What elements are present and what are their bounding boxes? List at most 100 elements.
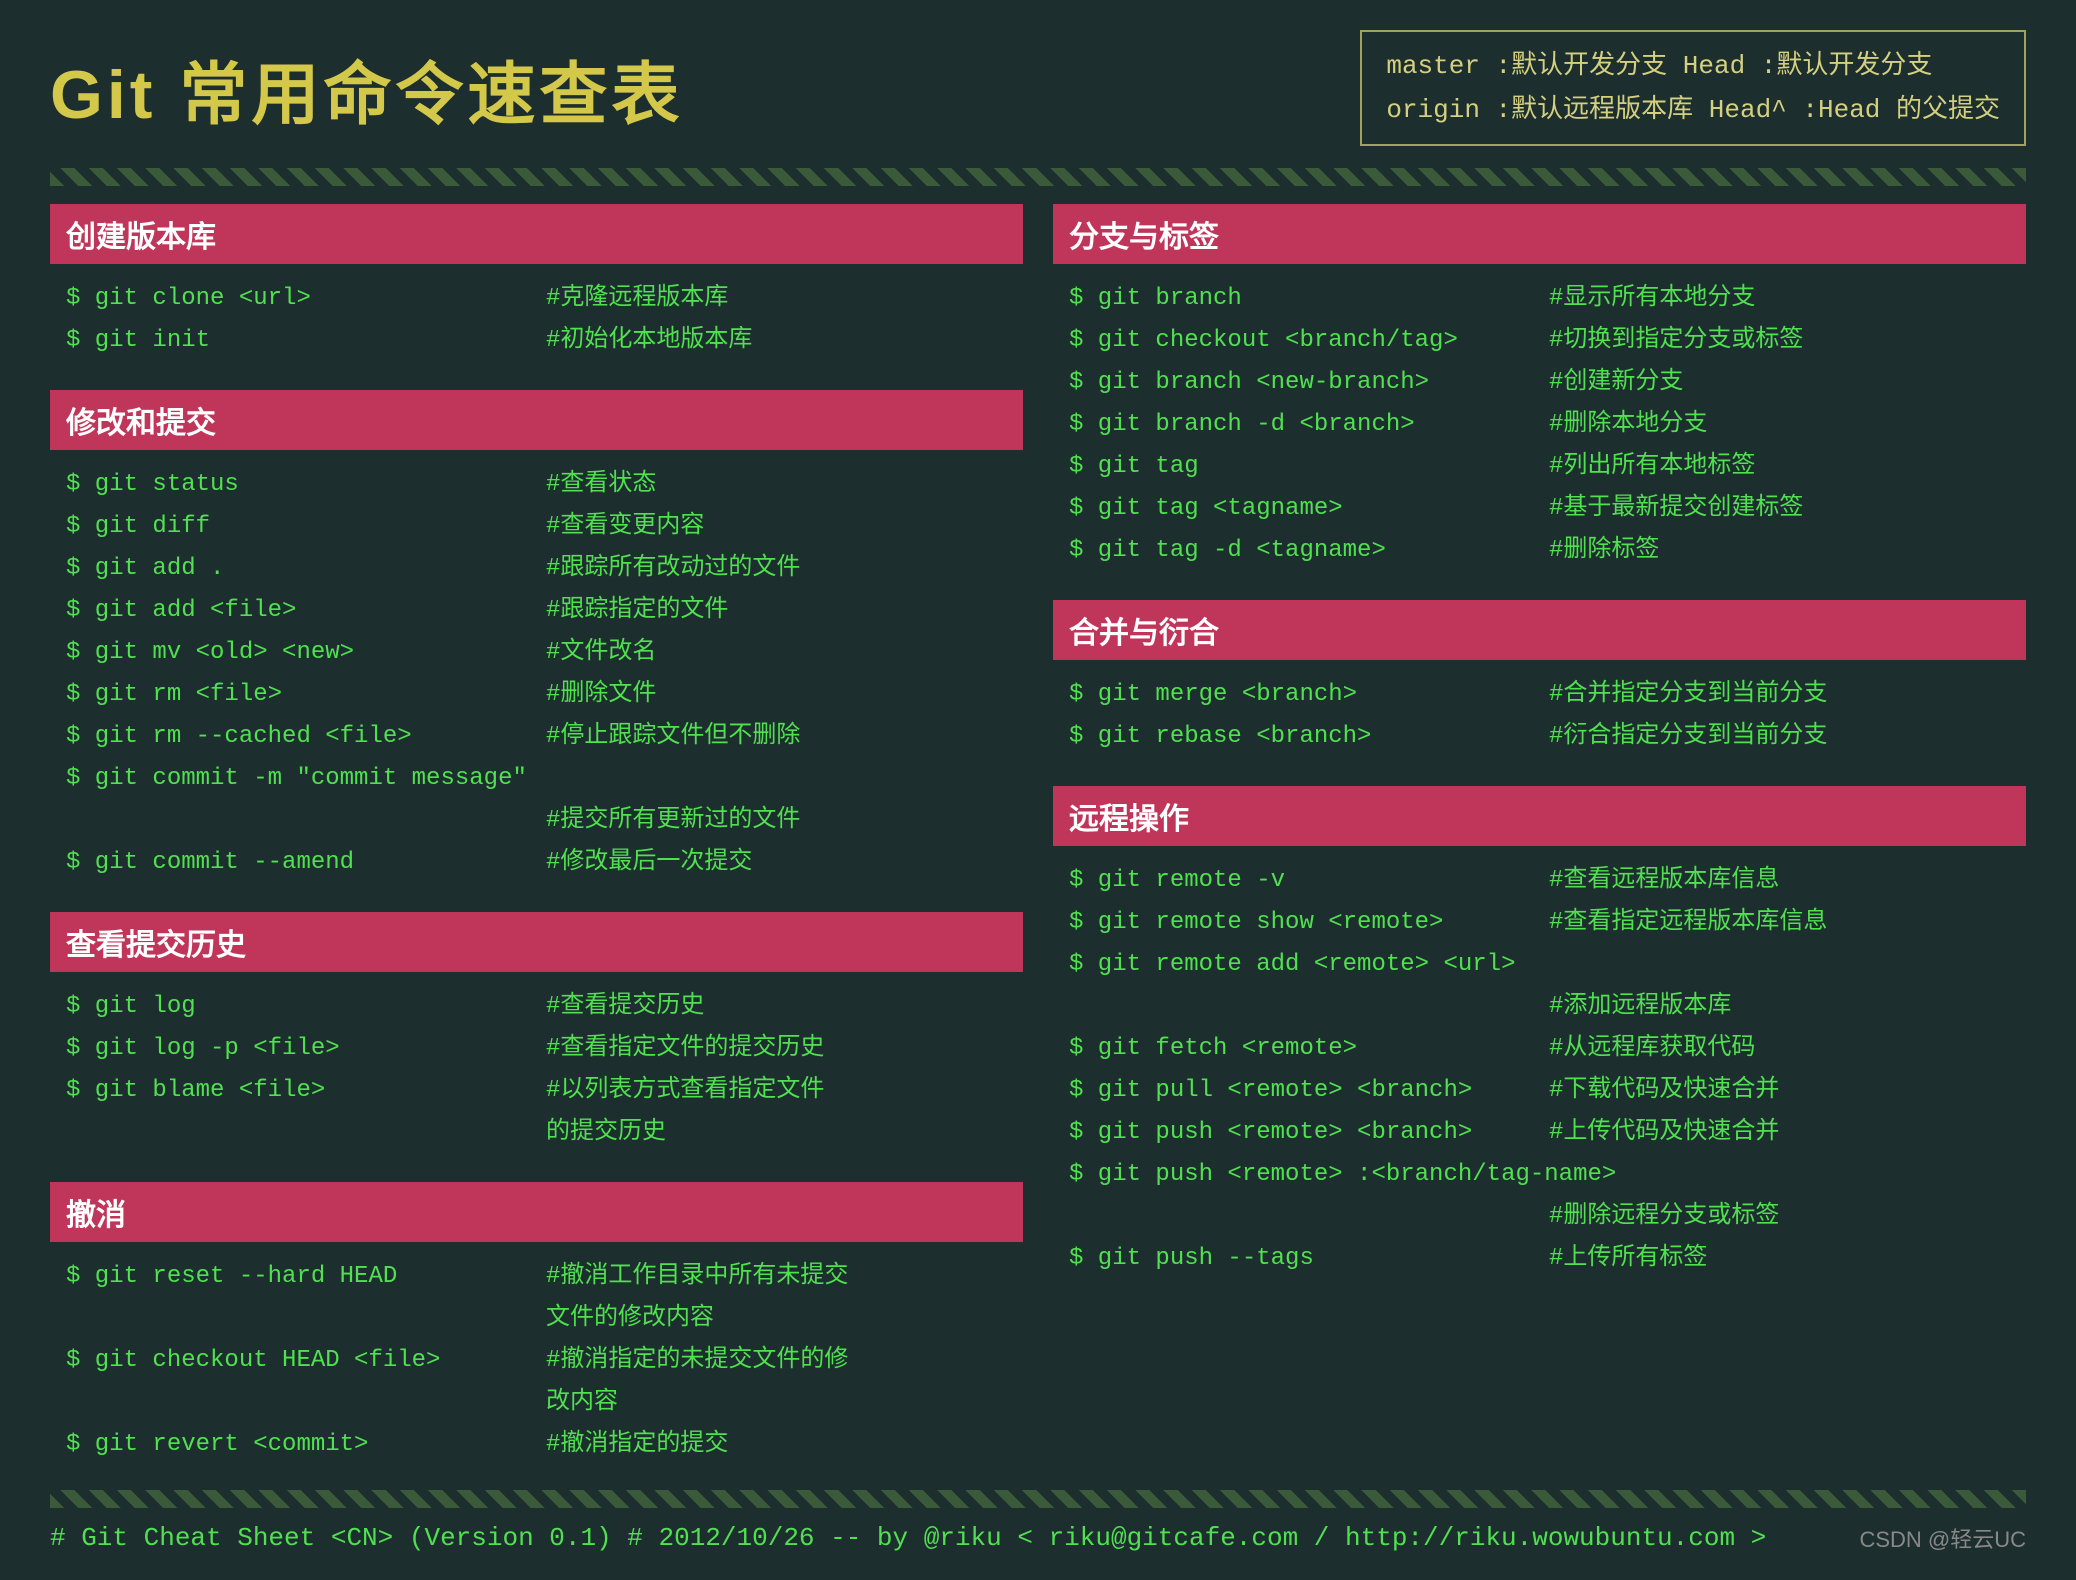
cmd-line: $ git log#查看提交历史 xyxy=(66,986,1007,1028)
footer-right: CSDN @轻云UC xyxy=(1859,1522,2026,1554)
cmd-comment: #创建新分支 xyxy=(1549,362,1683,404)
cmd-text: $ git pull <remote> <branch> xyxy=(1069,1070,1549,1112)
footer: # Git Cheat Sheet <CN> (Version 0.1) # 2… xyxy=(50,1516,2026,1560)
cmd-comment: #修改最后一次提交 xyxy=(546,842,752,884)
section-header-modify-commit: 修改和提交 xyxy=(50,390,1023,450)
cmd-line: $ git init#初始化本地版本库 xyxy=(66,320,1007,362)
cmd-comment: #停止跟踪文件但不删除 xyxy=(546,716,800,758)
cmd-text: $ git checkout <branch/tag> xyxy=(1069,320,1549,362)
cmd-line: $ git commit --amend#修改最后一次提交 xyxy=(66,842,1007,884)
cmd-line: $ git mv <old> <new>#文件改名 xyxy=(66,632,1007,674)
cmd-line: $ git diff#查看变更内容 xyxy=(66,506,1007,548)
cmd-line: 文件的修改内容 xyxy=(66,1298,1007,1340)
section-branch-tag: 分支与标签$ git branch#显示所有本地分支$ git checkout… xyxy=(1053,204,2026,582)
cmd-comment-only: 的提交历史 xyxy=(546,1112,666,1154)
cmd-text: $ git branch <new-branch> xyxy=(1069,362,1549,404)
cmd-comment: #跟踪所有改动过的文件 xyxy=(546,548,800,590)
section-body-remote: $ git remote -v#查看远程版本库信息$ git remote sh… xyxy=(1053,856,2026,1290)
cmd-line: $ git remote add <remote> <url> xyxy=(1069,944,2010,986)
section-header-create-repo: 创建版本库 xyxy=(50,204,1023,264)
section-body-branch-tag: $ git branch#显示所有本地分支$ git checkout <bra… xyxy=(1053,274,2026,582)
cmd-comment: #查看指定远程版本库信息 xyxy=(1549,902,1827,944)
cmd-comment: #查看远程版本库信息 xyxy=(1549,860,1779,902)
cmd-text: $ git mv <old> <new> xyxy=(66,632,546,674)
section-log: 查看提交历史 $ git log#查看提交历史$ git log -p <file… xyxy=(50,912,1023,1164)
cmd-comment: #以列表方式查看指定文件 xyxy=(546,1070,824,1112)
cmd-comment-only: #提交所有更新过的文件 xyxy=(546,800,800,842)
cmd-line: $ git status#查看状态 xyxy=(66,464,1007,506)
cmd-comment: #下载代码及快速合并 xyxy=(1549,1070,1779,1112)
cmd-comment: #查看提交历史 xyxy=(546,986,704,1028)
section-header-remote: 远程操作 xyxy=(1053,786,2026,846)
cmd-text: $ git tag <tagname> xyxy=(1069,488,1549,530)
cmd-line: $ git tag -d <tagname>#删除标签 xyxy=(1069,530,2010,572)
cmd-text: $ git remote add <remote> <url> xyxy=(1069,944,1549,986)
cmd-line: $ git fetch <remote>#从远程库获取代码 xyxy=(1069,1028,2010,1070)
legend-box: master :默认开发分支 Head :默认开发分支 origin :默认远程… xyxy=(1360,30,2026,146)
cmd-text: $ git checkout HEAD <file> xyxy=(66,1340,546,1382)
cmd-comment: #删除标签 xyxy=(1549,530,1659,572)
cmd-text: $ git commit --amend xyxy=(66,842,546,884)
cmd-text: $ git add . xyxy=(66,548,546,590)
section-merge-rebase: 合并与衍合$ git merge <branch>#合并指定分支到当前分支$ g… xyxy=(1053,600,2026,768)
cmd-text: $ git branch -d <branch> xyxy=(1069,404,1549,446)
cmd-line: $ git checkout <branch/tag>#切换到指定分支或标签 xyxy=(1069,320,2010,362)
cmd-comment: #上传所有标签 xyxy=(1549,1238,1707,1280)
cmd-line: $ git merge <branch>#合并指定分支到当前分支 xyxy=(1069,674,2010,716)
cmd-comment: #查看状态 xyxy=(546,464,656,506)
cmd-line: $ git rm --cached <file>#停止跟踪文件但不删除 xyxy=(66,716,1007,758)
cmd-comment: #撤消工作目录中所有未提交 xyxy=(546,1256,848,1298)
cmd-line: $ git branch -d <branch>#删除本地分支 xyxy=(1069,404,2010,446)
section-modify-commit: 修改和提交$ git status#查看状态$ git diff#查看变更内容$… xyxy=(50,390,1023,894)
cmd-line: $ git tag <tagname>#基于最新提交创建标签 xyxy=(1069,488,2010,530)
cmd-comment: #列出所有本地标签 xyxy=(1549,446,1755,488)
section-body-merge-rebase: $ git merge <branch>#合并指定分支到当前分支$ git re… xyxy=(1053,670,2026,768)
cmd-comment: #撤消指定的未提交文件的修 xyxy=(546,1340,848,1382)
cmd-text: $ git tag xyxy=(1069,446,1549,488)
cmd-comment: #克隆远程版本库 xyxy=(546,278,728,320)
cmd-line: $ git commit -m "commit message" xyxy=(66,758,1007,800)
cmd-line: $ git add <file>#跟踪指定的文件 xyxy=(66,590,1007,632)
section-header-undo: 撤消 xyxy=(50,1182,1023,1242)
cmd-text: $ git add <file> xyxy=(66,590,546,632)
section-undo: 撤消 $ git reset --hard HEAD#撤消工作目录中所有未提交文件… xyxy=(50,1182,1023,1476)
cmd-text: $ git log xyxy=(66,986,546,1028)
cmd-line: $ git pull <remote> <branch>#下载代码及快速合并 xyxy=(1069,1070,2010,1112)
cmd-line: $ git push <remote> <branch>#上传代码及快速合并 xyxy=(1069,1112,2010,1154)
cmd-line: $ git add .#跟踪所有改动过的文件 xyxy=(66,548,1007,590)
cmd-line: $ git rebase <branch>#衍合指定分支到当前分支 xyxy=(1069,716,2010,758)
cmd-text: $ git blame <file> xyxy=(66,1070,546,1112)
cmd-line: $ git branch <new-branch>#创建新分支 xyxy=(1069,362,2010,404)
section-create-repo: 创建版本库 $ git clone <url>#克隆远程版本库$ git init… xyxy=(50,204,1023,372)
cmd-text: $ git rm --cached <file> xyxy=(66,716,546,758)
cmd-line: $ git checkout HEAD <file>#撤消指定的未提交文件的修 xyxy=(66,1340,1007,1382)
cmd-comment: #删除本地分支 xyxy=(1549,404,1707,446)
cmd-line: $ git branch#显示所有本地分支 xyxy=(1069,278,2010,320)
section-header-log: 查看提交历史 xyxy=(50,912,1023,972)
header: Git 常用命令速查表 master :默认开发分支 Head :默认开发分支 … xyxy=(50,30,2026,146)
cmd-line: $ git push <remote> :<branch/tag-name> xyxy=(1069,1154,2010,1196)
cmd-text: $ git push <remote> <branch> xyxy=(1069,1112,1549,1154)
cmd-text: $ git reset --hard HEAD xyxy=(66,1256,546,1298)
section-remote: 远程操作 $ git remote -v#查看远程版本库信息$ git remot… xyxy=(1053,786,2026,1290)
cmd-text: $ git push --tags xyxy=(1069,1238,1549,1280)
cmd-line: $ git log -p <file>#查看指定文件的提交历史 xyxy=(66,1028,1007,1070)
cmd-line: $ git rm <file>#删除文件 xyxy=(66,674,1007,716)
cmd-line: $ git reset --hard HEAD#撤消工作目录中所有未提交 xyxy=(66,1256,1007,1298)
cmd-text: $ git push <remote> :<branch/tag-name> xyxy=(1069,1154,1616,1196)
cmd-comment: #文件改名 xyxy=(546,632,656,674)
page: Git 常用命令速查表 master :默认开发分支 Head :默认开发分支 … xyxy=(0,0,2076,1580)
cmd-text: $ git commit -m "commit message" xyxy=(66,758,546,800)
cmd-text: $ git remote show <remote> xyxy=(1069,902,1549,944)
legend-line-2: origin :默认远程版本库 Head^ :Head 的父提交 xyxy=(1386,88,2000,132)
cmd-comment: #撤消指定的提交 xyxy=(546,1424,728,1466)
cmd-line: #删除远程分支或标签 xyxy=(1069,1196,2010,1238)
cmd-line: $ git clone <url>#克隆远程版本库 xyxy=(66,278,1007,320)
cmd-comment: #初始化本地版本库 xyxy=(546,320,752,362)
cmd-line: 改内容 xyxy=(66,1382,1007,1424)
cmd-text: $ git log -p <file> xyxy=(66,1028,546,1070)
section-body-log: $ git log#查看提交历史$ git log -p <file>#查看指定… xyxy=(50,982,1023,1164)
footer-divider xyxy=(50,1490,2026,1508)
cmd-text: $ git diff xyxy=(66,506,546,548)
cmd-line: #提交所有更新过的文件 xyxy=(66,800,1007,842)
